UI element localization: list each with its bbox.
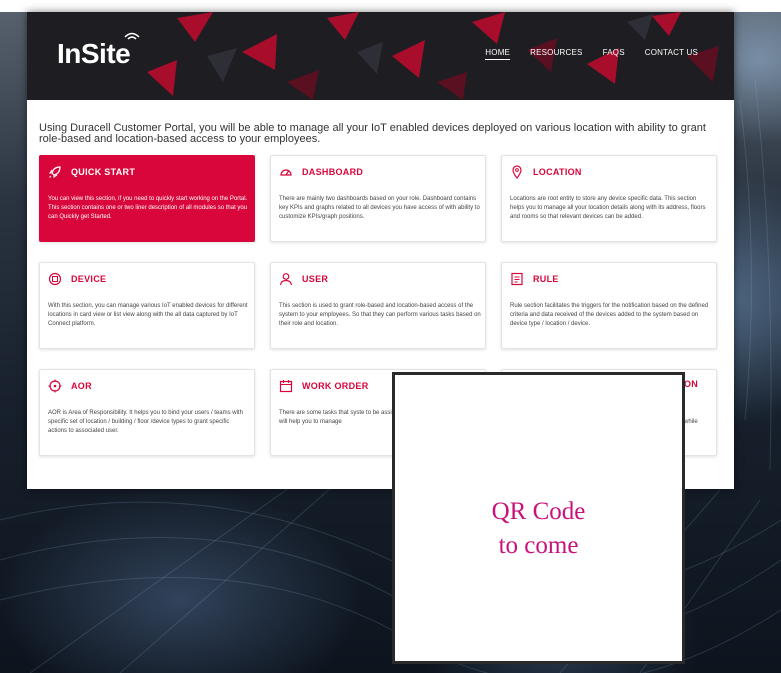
qr-line-2: to come — [498, 532, 579, 559]
card-device[interactable]: DEVICE With this section, you can manage… — [39, 262, 255, 349]
wifi-icon — [124, 32, 140, 40]
rule-icon — [511, 272, 523, 286]
card-title: LOCATION — [533, 167, 582, 177]
card-description: With this section, you can manage variou… — [48, 303, 248, 327]
card-description: Rule section facilitates the triggers fo… — [510, 303, 709, 327]
card-quick-start[interactable]: QUICK START You can view this section, i… — [39, 155, 255, 242]
insite-logo[interactable]: InSite — [57, 38, 131, 70]
location-pin-icon — [512, 165, 522, 179]
nav-resources[interactable]: RESOURCES — [530, 48, 582, 60]
card-dashboard[interactable]: DASHBOARD There are mainly two dashboard… — [270, 155, 486, 242]
qr-code-placeholder: QR Code to come — [392, 372, 685, 664]
card-description: Locations are root entity to store any d… — [510, 196, 706, 220]
nav-home[interactable]: HOME — [485, 48, 511, 60]
target-icon — [48, 379, 62, 393]
card-title: DEVICE — [71, 274, 107, 284]
top-border — [0, 0, 781, 12]
card-rule[interactable]: RULE Rule section facilitates the trigge… — [501, 262, 717, 349]
user-icon — [279, 273, 293, 286]
rocket-icon — [48, 166, 61, 179]
card-description: This section is used to grant role-based… — [279, 303, 481, 327]
card-title: WORK ORDER — [302, 381, 369, 391]
card-user[interactable]: USER This section is used to grant role-… — [270, 262, 486, 349]
card-title: USER — [302, 274, 329, 284]
nav-faqs[interactable]: FAQS — [603, 48, 625, 60]
card-title: AOR — [71, 381, 92, 391]
nav-contact-us[interactable]: CONTACT US — [645, 48, 698, 60]
card-description: You can view this section, if you need t… — [48, 196, 248, 220]
site-header: InSite HOME RESOURCES FAQS CONTACT US — [27, 12, 734, 100]
card-title: ON — [684, 379, 699, 389]
card-title: DASHBOARD — [302, 167, 364, 177]
device-icon — [48, 272, 62, 286]
gauge-icon — [280, 169, 292, 176]
intro-text: Using Duracell Customer Portal, you will… — [39, 122, 706, 145]
calendar-icon — [279, 380, 293, 393]
card-description: AOR is Area of Responsibility. It helps … — [48, 410, 243, 434]
qr-line-1: QR Code — [491, 498, 586, 525]
card-aor[interactable]: AOR AOR is Area of Responsibility. It he… — [39, 369, 255, 456]
card-title: RULE — [533, 274, 559, 284]
main-nav: HOME RESOURCES FAQS CONTACT US — [465, 48, 698, 60]
card-title: QUICK START — [71, 167, 136, 177]
card-description: while — [684, 419, 698, 425]
card-location[interactable]: LOCATION Locations are root entity to st… — [501, 155, 717, 242]
card-description: There are mainly two dashboards based on… — [279, 196, 480, 220]
